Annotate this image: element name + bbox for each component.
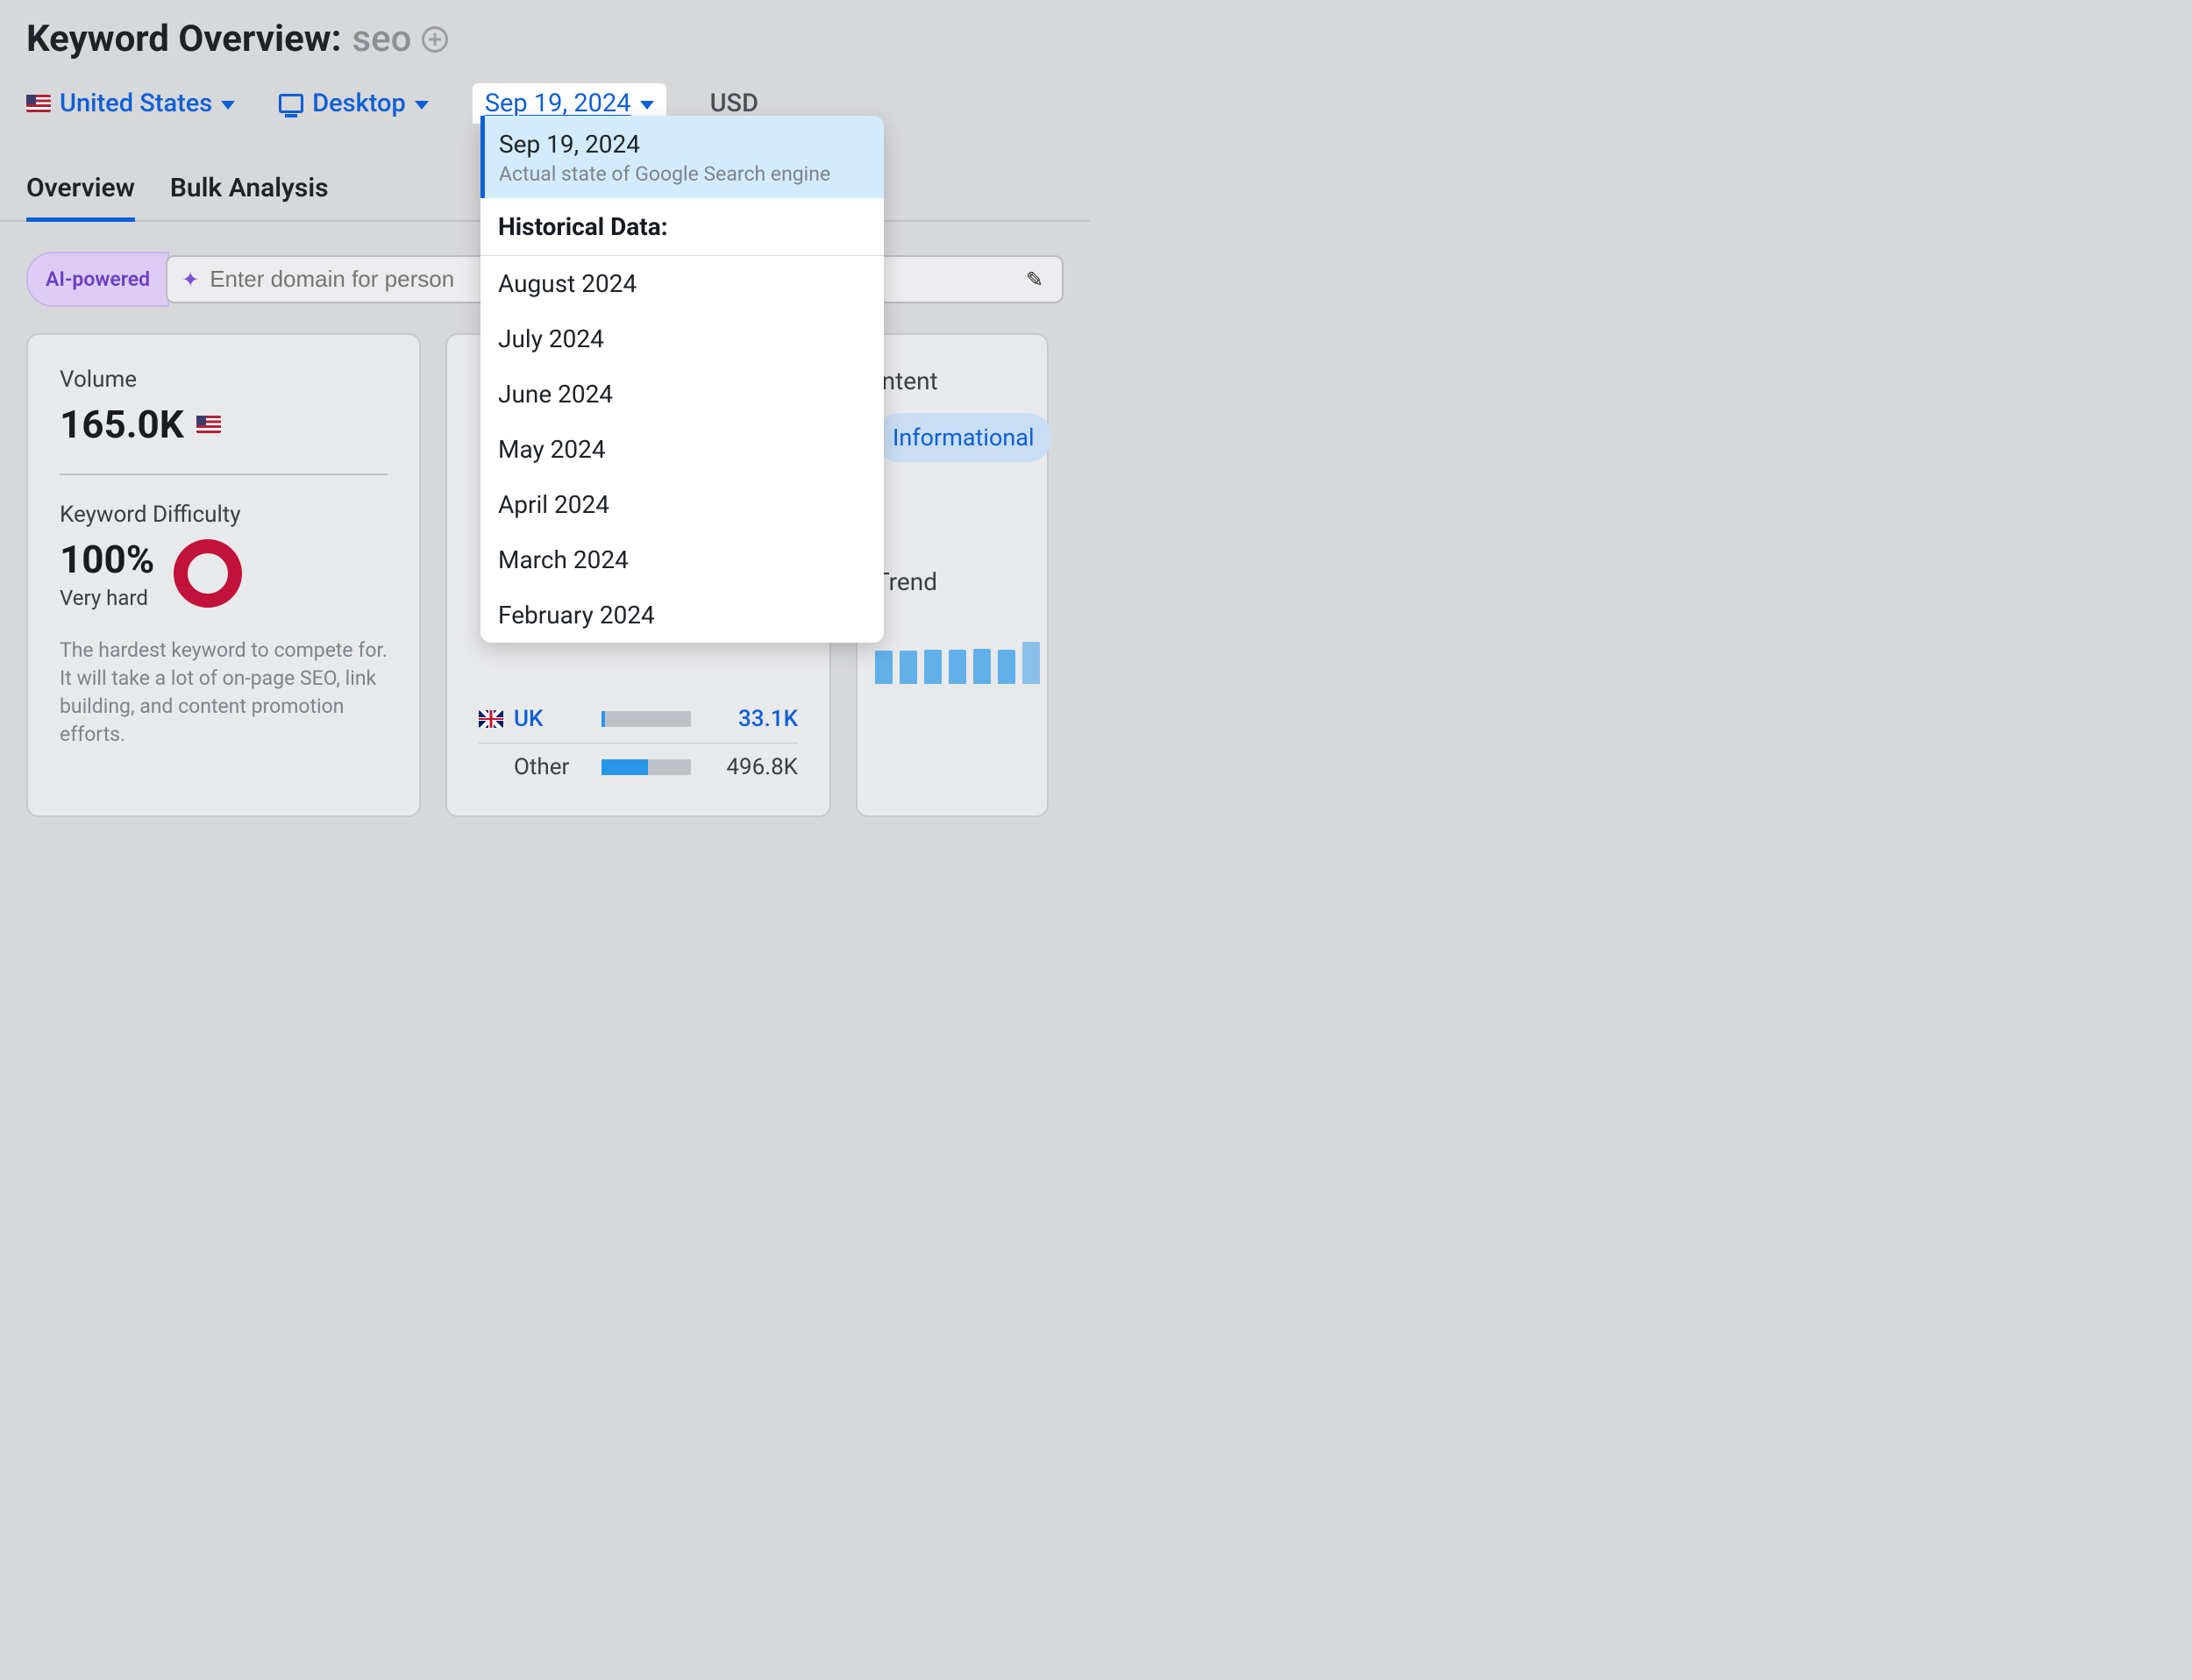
chevron-down-icon (640, 101, 654, 110)
us-flag-icon (26, 95, 51, 112)
desktop-icon (279, 94, 303, 113)
kd-sub: Very hard (60, 586, 154, 610)
kd-row: 100% Very hard (60, 537, 388, 610)
pencil-icon[interactable]: ✎ (1021, 267, 1048, 293)
bar-fill (601, 759, 648, 775)
country-row-uk[interactable]: UK 33.1K (479, 695, 798, 744)
bar-fill (601, 711, 605, 727)
trend-label: Trend (875, 567, 1047, 596)
title-row: Keyword Overview: seo (26, 18, 1064, 61)
dropdown-current-sub: Actual state of Google Search engine (499, 162, 866, 186)
volume-number: 165.0K (60, 402, 184, 447)
country-value: 33.1K (701, 706, 798, 732)
dropdown-item[interactable]: May 2024 (480, 422, 884, 477)
uk-flag-icon (479, 710, 503, 728)
volume-card: Volume 165.0K Keyword Difficulty 100% Ve… (26, 333, 421, 817)
dropdown-item[interactable]: April 2024 (480, 477, 884, 532)
trend-bar (924, 650, 942, 684)
trend-bar (973, 649, 991, 684)
dropdown-current-title: Sep 19, 2024 (499, 130, 866, 159)
country-row-other[interactable]: Other 496.8K (479, 744, 798, 791)
device-label: Desktop (312, 89, 406, 118)
bar-track (601, 711, 691, 727)
currency-label: USD (710, 89, 758, 118)
trend-bar (900, 651, 917, 685)
header: Keyword Overview: seo United States Desk… (0, 0, 1090, 124)
volume-label: Volume (60, 367, 388, 393)
kd-text: 100% Very hard (60, 537, 154, 610)
page-title: Keyword Overview: (26, 18, 341, 61)
intent-label: Intent (875, 367, 1047, 395)
volume-value: 165.0K (60, 402, 388, 447)
bar-track (601, 759, 691, 775)
sparkle-icon: ✦ (181, 267, 199, 292)
intent-pill[interactable]: Informational (875, 413, 1052, 462)
country-value: 496.8K (701, 754, 798, 780)
divider (60, 473, 388, 475)
date-label: Sep 19, 2024 (485, 89, 631, 118)
date-dropdown[interactable]: Sep 19, 2024 Actual state of Google Sear… (480, 116, 884, 643)
trend-bar (875, 651, 893, 685)
chevron-down-icon (221, 101, 235, 110)
country-filter[interactable]: United States (26, 89, 235, 118)
intent-trend-card: Intent Informational Trend (856, 333, 1049, 817)
us-flag-icon (196, 416, 221, 433)
dropdown-section-header: Historical Data: (480, 198, 884, 256)
country-list: UK 33.1K Other 496.8K (479, 695, 798, 791)
dropdown-item[interactable]: August 2024 (480, 256, 884, 311)
trend-bar (949, 650, 966, 684)
chevron-down-icon (415, 101, 429, 110)
kd-label: Keyword Difficulty (60, 502, 388, 528)
tab-overview[interactable]: Overview (26, 173, 135, 222)
kd-ring-icon (174, 539, 242, 608)
kd-description: The hardest keyword to compete for. It w… (60, 637, 388, 750)
country-name: UK (514, 706, 591, 732)
tab-bulk-analysis[interactable]: Bulk Analysis (170, 173, 329, 220)
country-label: United States (60, 89, 212, 118)
country-name: Other (514, 754, 591, 780)
keyword-value: seo (352, 18, 411, 61)
device-filter[interactable]: Desktop (279, 89, 429, 118)
trend-bar (998, 650, 1015, 684)
trend-bar (1022, 642, 1040, 684)
trend-chart (875, 623, 1047, 684)
dropdown-item[interactable]: July 2024 (480, 311, 884, 367)
dropdown-current[interactable]: Sep 19, 2024 Actual state of Google Sear… (480, 116, 884, 198)
dropdown-item[interactable]: June 2024 (480, 367, 884, 422)
ai-badge: AI-powered (26, 252, 169, 307)
kd-value: 100% (60, 537, 154, 582)
dropdown-item[interactable]: February 2024 (480, 587, 884, 643)
add-keyword-icon[interactable] (422, 26, 448, 53)
dropdown-item[interactable]: March 2024 (480, 532, 884, 587)
